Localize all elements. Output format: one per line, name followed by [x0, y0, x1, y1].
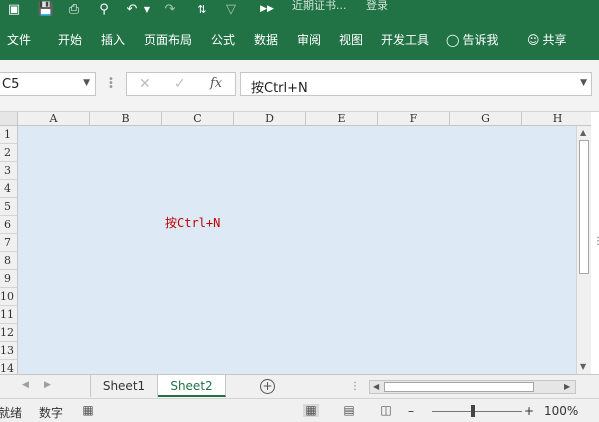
confirm-icon[interactable]: ✓ — [174, 76, 186, 92]
name-box[interactable]: C5 ▼ — [0, 72, 96, 96]
sheet-prev-icon[interactable]: ◀ — [22, 380, 29, 390]
scroll-up-icon[interactable]: ▲ — [580, 128, 586, 137]
ribbon-tab-bar: 文件 开始 插入 页面布局 公式 数据 审阅 视图 开发工具 ◯ 告诉我 ☺ 共享 — [0, 20, 599, 60]
zoom-level[interactable]: 100% — [544, 404, 578, 418]
normal-view-icon[interactable]: ▦ — [303, 404, 319, 417]
horizontal-scroll-thumb[interactable] — [384, 382, 534, 392]
row-header-2[interactable]: 2 — [0, 144, 18, 162]
save-icon[interactable]: 💾 — [38, 0, 54, 18]
redo-icon[interactable]: ↷ — [162, 0, 178, 18]
add-sheet-icon[interactable]: + — [260, 379, 275, 394]
cancel-icon[interactable]: ✕ — [139, 76, 151, 92]
tab-developer[interactable]: 开发工具 — [381, 30, 429, 50]
tab-page-layout[interactable]: 页面布局 — [144, 30, 192, 50]
name-box-value: C5 — [2, 77, 20, 92]
chevron-down-icon[interactable]: ▼ — [83, 78, 90, 88]
signin-link[interactable]: 登录 — [366, 0, 388, 14]
row-header-11[interactable]: 11 — [0, 306, 18, 324]
scroll-left-icon[interactable]: ◀ — [373, 382, 379, 391]
row-header-9[interactable]: 9 — [0, 270, 18, 288]
vertical-scroll-thumb[interactable] — [579, 140, 589, 274]
select-all-corner[interactable] — [0, 112, 18, 126]
share-label: 共享 — [542, 33, 567, 47]
horizontal-scrollbar[interactable]: ◀ ▶ — [369, 380, 576, 394]
resize-handle-icon[interactable]: • • • — [108, 75, 114, 93]
column-header-e[interactable]: E — [306, 112, 378, 126]
lightbulb-icon: ◯ — [446, 33, 460, 47]
filter-icon[interactable]: ▽ — [222, 0, 240, 18]
row-header-13[interactable]: 13 — [0, 342, 18, 360]
tab-home[interactable]: 开始 — [58, 30, 82, 50]
row-header-1[interactable]: 1 — [0, 126, 18, 144]
column-header-c[interactable]: C — [162, 112, 234, 126]
sheet-next-icon[interactable]: ▶ — [44, 380, 51, 390]
scroll-down-icon[interactable]: ▼ — [580, 362, 586, 371]
tab-view[interactable]: 视图 — [339, 30, 363, 50]
column-header-d[interactable]: D — [234, 112, 306, 126]
zoom-slider-track[interactable] — [432, 411, 522, 412]
cell-area[interactable]: 按Ctrl+N — [18, 126, 576, 374]
undo-icon[interactable]: ↶ — [124, 0, 140, 18]
row-header-10[interactable]: 10 — [0, 288, 18, 306]
status-ready: 就绪 — [0, 406, 23, 420]
chevron-down-icon[interactable]: ▼ — [580, 78, 587, 88]
worksheet-grid: A B C D E F G H 1 2 3 4 5 6 7 8 9 10 11 … — [0, 112, 599, 374]
person-icon: ☺ — [527, 33, 540, 47]
column-header-h[interactable]: H — [522, 112, 594, 126]
row-header-7[interactable]: 7 — [0, 234, 18, 252]
scroll-right-icon[interactable]: ▶ — [564, 382, 570, 391]
zoom-slider-thumb[interactable] — [471, 405, 475, 417]
search-icon[interactable]: ⚲ — [96, 0, 112, 18]
formula-buttons: ✕ ✓ fx — [126, 72, 236, 96]
row-header-4[interactable]: 4 — [0, 180, 18, 198]
formula-value: 按Ctrl+N — [251, 81, 308, 96]
splitter-icon[interactable]: ⋮ — [350, 381, 360, 392]
cell-c5-text: 按Ctrl+N — [165, 216, 221, 230]
row-header-12[interactable]: 12 — [0, 324, 18, 342]
touch-mode-icon[interactable]: ▣ — [6, 0, 22, 18]
insert-function-icon[interactable]: fx — [210, 76, 222, 91]
tell-me-button[interactable]: ◯ 告诉我 — [446, 30, 498, 50]
resize-grip-icon[interactable]: ⋮ — [593, 236, 599, 247]
document-title: 近期证书... — [292, 0, 347, 12]
zoom-out-icon[interactable]: – — [408, 404, 414, 418]
window-edge: ⋮ — [591, 112, 599, 374]
column-header-a[interactable]: A — [18, 112, 90, 126]
row-header-5[interactable]: 5 — [0, 198, 18, 216]
vertical-scrollbar[interactable]: ▲ ▼ — [576, 126, 591, 374]
tab-data[interactable]: 数据 — [254, 30, 278, 50]
row-header-14[interactable]: 14 — [0, 360, 18, 374]
page-layout-view-icon[interactable]: ▤ — [341, 404, 357, 417]
sort-icon[interactable]: ⇅ — [194, 0, 210, 18]
row-header-3[interactable]: 3 — [0, 162, 18, 180]
tab-insert[interactable]: 插入 — [101, 30, 125, 50]
tab-file[interactable]: 文件 — [7, 30, 31, 50]
page-break-view-icon[interactable]: ◫ — [378, 404, 394, 417]
quick-access-toolbar: ▣ 💾 ⎙ ⚲ ↶ ▼ ↷ ⇅ ▽ ▶▶ 近期证书... 登录 — [0, 0, 599, 20]
sheet-tab-sheet1[interactable]: Sheet1 — [90, 375, 158, 397]
chevron-down-icon[interactable]: ▼ — [142, 0, 152, 18]
print-preview-icon[interactable]: ⎙ — [66, 0, 82, 18]
sheet-tab-sheet2[interactable]: Sheet2 — [158, 375, 226, 397]
formula-input[interactable]: 按Ctrl+N ▼ — [240, 72, 592, 96]
row-header-8[interactable]: 8 — [0, 252, 18, 270]
column-header-g[interactable]: G — [450, 112, 522, 126]
sheet-tab-bar: ◀ ▶ Sheet1 Sheet2 + ⋮ ◀ ▶ — [0, 374, 599, 398]
column-header-b[interactable]: B — [90, 112, 162, 126]
row-header-6[interactable]: 6 — [0, 216, 18, 234]
column-header-f[interactable]: F — [378, 112, 450, 126]
tab-review[interactable]: 审阅 — [297, 30, 321, 50]
macro-record-icon[interactable]: ▦ — [80, 404, 96, 417]
tab-formulas[interactable]: 公式 — [211, 30, 235, 50]
share-button[interactable]: ☺ 共享 — [527, 30, 567, 50]
status-bar: 就绪 数字 ▦ ▦ ▤ ◫ – + 100% — [0, 398, 599, 422]
more-commands-icon[interactable]: ▶▶ — [260, 0, 274, 18]
status-num: 数字 — [39, 406, 64, 420]
tell-me-label: 告诉我 — [462, 33, 499, 47]
zoom-in-icon[interactable]: + — [524, 404, 534, 418]
formula-bar-area: C5 ▼ • • • ✕ ✓ fx 按Ctrl+N ▼ — [0, 60, 599, 112]
